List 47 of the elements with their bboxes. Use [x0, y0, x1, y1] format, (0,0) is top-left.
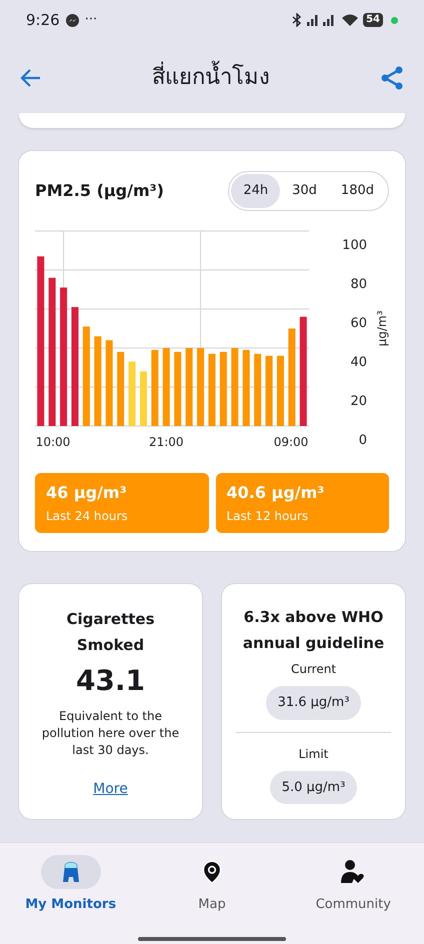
y-tick-label: 100 — [342, 238, 367, 253]
average-value: 40.6 µg/m³ — [226, 482, 326, 504]
description-text: Equivalent to the pollution here over the last 30 days. — [40, 708, 180, 759]
current-value: 31.6 µg/m³ — [266, 686, 362, 720]
current-label: Current — [290, 661, 336, 678]
x-tick-label: 21:00 — [149, 435, 184, 449]
nav-label: Community — [316, 896, 391, 914]
card-title: PM2.5 (µg/m³) — [35, 180, 164, 202]
x-tick-label: 10:00 — [36, 435, 70, 449]
bar — [266, 356, 273, 426]
bar — [128, 362, 136, 426]
nav-tab[interactable]: Community — [282, 855, 424, 914]
cigarettes-count: 43.1 — [76, 663, 146, 699]
nav-label: Map — [198, 896, 226, 914]
limit-value: 5.0 µg/m³ — [270, 770, 358, 804]
range-tab[interactable]: 30d — [280, 174, 329, 208]
average-period: Last 12 hours — [226, 508, 310, 525]
messenger-icon — [66, 14, 79, 26]
bar — [276, 356, 284, 426]
more-link[interactable]: More — [93, 779, 128, 800]
nav-label: My Monitors — [25, 896, 116, 914]
y-tick-label: 0 — [358, 433, 367, 448]
range-tab[interactable]: 24h — [231, 174, 280, 208]
nav-tab[interactable]: My Monitors — [0, 855, 142, 914]
card-title: 6.3x above WHO annual guideline — [242, 607, 386, 654]
battery-indicator: 54 — [363, 13, 383, 27]
wifi-icon — [341, 13, 360, 27]
average-period: Last 24 hours — [46, 508, 129, 525]
y-tick-label: 20 — [350, 394, 367, 409]
limit-label: Limit — [298, 746, 328, 762]
status-time: 9:26 — [26, 10, 60, 31]
page-title: สี่แยกน้ำโมง — [152, 61, 270, 94]
bar — [140, 371, 147, 426]
bluetooth-icon — [291, 13, 304, 27]
person-heart-icon — [340, 859, 366, 885]
y-tick-label: 80 — [350, 277, 367, 292]
range-tab[interactable]: 180d — [328, 174, 386, 208]
x-tick-label: 09:00 — [274, 435, 308, 449]
y-axis-title: µg/m³ — [375, 310, 389, 346]
nav-tab[interactable]: Map — [141, 855, 283, 914]
back-arrow-icon[interactable] — [20, 66, 42, 88]
more-indicator: ··· — [84, 11, 98, 30]
y-tick-label: 40 — [350, 355, 367, 370]
card-title: Cigarettes Smoked — [65, 609, 156, 656]
y-tick-label: 60 — [350, 316, 367, 331]
average-value: 46 µg/m³ — [46, 482, 128, 504]
share-icon[interactable] — [380, 66, 404, 90]
